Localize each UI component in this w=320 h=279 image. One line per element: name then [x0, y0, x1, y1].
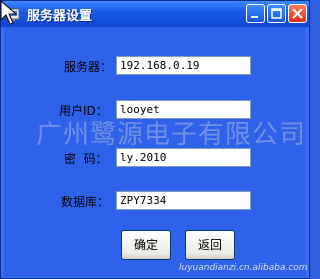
ok-button[interactable]: 确定 — [121, 230, 171, 260]
mouse-cursor-icon — [0, 0, 18, 25]
password-label: 密 码： — [64, 152, 108, 166]
watermark-url: luyuandianzi.cn.alibaba.com — [179, 263, 308, 273]
database-input[interactable]: ZPY7334 — [116, 191, 251, 210]
title-bar[interactable]: 服务器设置 — [1, 1, 309, 27]
maximize-button[interactable] — [267, 4, 286, 23]
window-title: 服务器设置 — [27, 9, 93, 24]
watermark-text: 广州鹭源电子有限公司 — [36, 120, 307, 150]
minimize-button[interactable] — [246, 4, 265, 23]
close-button[interactable] — [288, 4, 307, 23]
close-icon — [292, 8, 303, 19]
maximize-icon — [271, 8, 282, 19]
back-button[interactable]: 返回 — [185, 230, 235, 260]
database-label: 数据库： — [61, 195, 110, 209]
settings-dialog: 服务器设置 服务器： 192.168.0.19 用户ID： looyet 密 码… — [0, 0, 310, 279]
server-input[interactable]: 192.168.0.19 — [116, 56, 251, 75]
minimize-icon — [251, 16, 258, 18]
server-label: 服务器： — [64, 60, 113, 74]
